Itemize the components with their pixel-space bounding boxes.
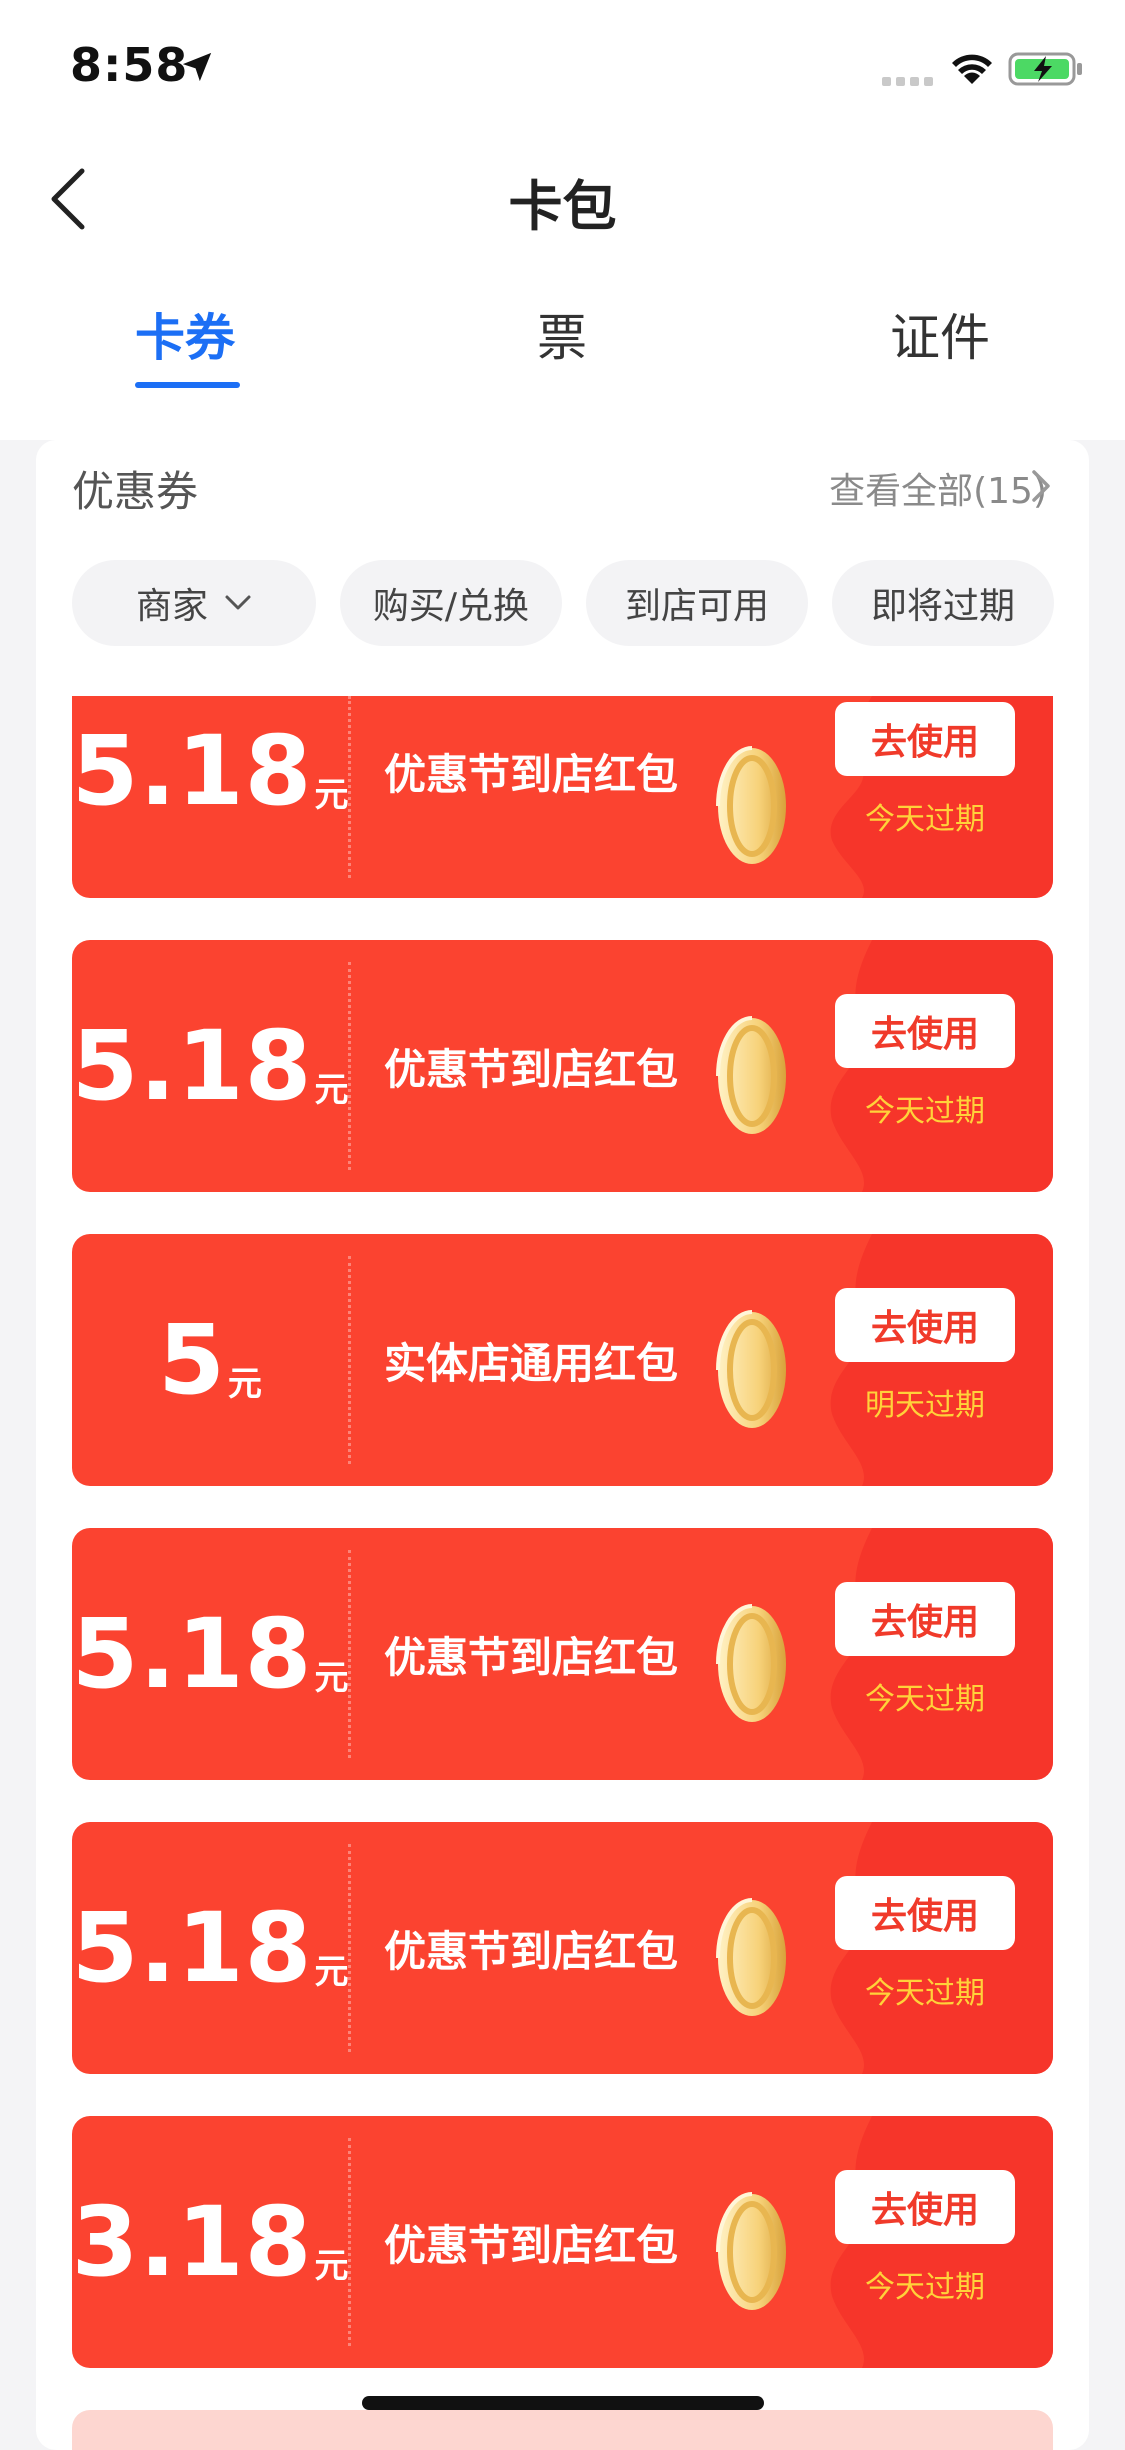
coupon-item[interactable]: 5.18 元 优惠节到店红包 去使用 今天过期 [72,1528,1053,1780]
coupon-amount: 5.18 元 [72,696,348,872]
coupon-amount-unit: 元 [314,2245,349,2286]
tab-documents[interactable]: 证件 [890,298,990,370]
coupon-name: 优惠节到店红包 [384,1632,679,1682]
filter-in-store[interactable]: 到店可用 [586,560,808,646]
coupon-item[interactable]: 3.18 元 优惠节到店红包 去使用 今天过期 [72,2116,1053,2368]
coupon-expire-text: 今天过期 [865,2270,985,2305]
cellular-signal-icon [882,77,933,86]
status-bar: 8:58 [0,0,1125,132]
home-indicator [362,2396,764,2410]
coupon-perforation [348,1550,351,1758]
wifi-icon [952,54,992,84]
coupon-expire-text: 今天过期 [865,1976,985,2011]
gold-coin-icon [716,1016,786,1134]
section-title: 优惠券 [72,467,199,516]
coupon-amount-unit: 元 [314,1951,349,1992]
coupon-amount-unit: 元 [314,1657,349,1698]
coupon-perforation [348,1844,351,2052]
coupon-item[interactable]: 5.18 元 优惠节到店红包 去使用 今天过期 [72,1822,1053,2074]
chevron-right-icon[interactable] [1028,466,1054,506]
active-tab-indicator [135,382,240,388]
view-all-link[interactable]: 查看全部(15) [829,462,1047,514]
coupon-expire-text: 今天过期 [865,802,985,837]
use-coupon-button[interactable]: 去使用 [835,1288,1015,1362]
use-coupon-button[interactable]: 去使用 [835,1582,1015,1656]
coupon-expire-text: 今天过期 [865,1094,985,1129]
coupon-amount: 5.18 元 [72,1528,348,1780]
coupon-amount-value: 3.18 [72,2186,313,2298]
battery-charging-icon [1008,52,1082,86]
filter-merchant[interactable]: 商家 [72,560,316,646]
coupon-perforation [348,2138,351,2346]
filter-purchase-exchange[interactable]: 购买/兑换 [340,560,562,646]
use-coupon-button[interactable]: 去使用 [835,2170,1015,2244]
coupon-amount-value: 5.18 [72,1010,313,1122]
tab-coupons[interactable]: 卡券 [135,298,235,370]
coupon-amount: 5 元 [72,1234,348,1486]
location-arrow-icon [182,52,212,82]
gold-coin-icon [716,746,786,864]
filter-expiring-label: 即将过期 [870,586,1015,627]
tab-bar: 卡券 票 证件 [0,298,1125,388]
gold-coin-icon [716,1898,786,2016]
coupon-amount-value: 5.18 [72,715,313,827]
use-coupon-button[interactable]: 去使用 [835,702,1015,776]
coupon-amount-value: 5.18 [72,1892,313,2004]
coupon-item[interactable]: 5.18 元 优惠节到店红包 去使用 今天过期 [72,940,1053,1192]
tab-tickets[interactable]: 票 [537,298,587,370]
coupon-item[interactable]: 5.18 元 优惠节到店红包 去使用 今天过期 [72,696,1053,898]
coupon-amount-unit: 元 [314,774,349,815]
filter-in-store-label: 到店可用 [624,586,769,627]
coupon-amount-unit: 元 [314,1069,349,1110]
coupon-amount: 3.18 元 [72,2116,348,2368]
coupon-amount-value: 5.18 [72,1598,313,1710]
coupon-amount-value: 5 [158,1304,226,1416]
coupon-item[interactable]: 5 元 实体店通用红包 去使用 明天过期 [72,1234,1053,1486]
coupon-name: 优惠节到店红包 [384,749,679,799]
page-title: 卡包 [508,175,617,238]
use-coupon-button[interactable]: 去使用 [835,994,1015,1068]
filter-expiring-soon[interactable]: 即将过期 [832,560,1054,646]
filter-purchase-label: 购买/兑换 [372,586,530,627]
coupon-name: 实体店通用红包 [384,1338,679,1388]
next-coupon-peek [72,2410,1053,2450]
coupon-amount: 5.18 元 [72,940,348,1192]
status-time: 8:58 [70,38,189,92]
chevron-down-icon [225,595,251,610]
filter-merchant-label: 商家 [135,586,208,627]
gold-coin-icon [716,1604,786,1722]
gold-coin-icon [716,1310,786,1428]
coupon-name: 优惠节到店红包 [384,1926,679,1976]
coupon-perforation [348,696,351,878]
coupon-amount-unit: 元 [227,1363,262,1404]
use-coupon-button[interactable]: 去使用 [835,1876,1015,1950]
coupon-expire-text: 明天过期 [865,1388,985,1423]
gold-coin-icon [716,2192,786,2310]
coupon-perforation [348,1256,351,1464]
filter-chips: 商家 购买/兑换 到店可用 即将过期 [0,560,1125,646]
coupon-name: 优惠节到店红包 [384,2220,679,2270]
coupon-amount: 5.18 元 [72,1822,348,2074]
coupon-expire-text: 今天过期 [865,1682,985,1717]
coupon-perforation [348,962,351,1170]
coupon-name: 优惠节到店红包 [384,1044,679,1094]
